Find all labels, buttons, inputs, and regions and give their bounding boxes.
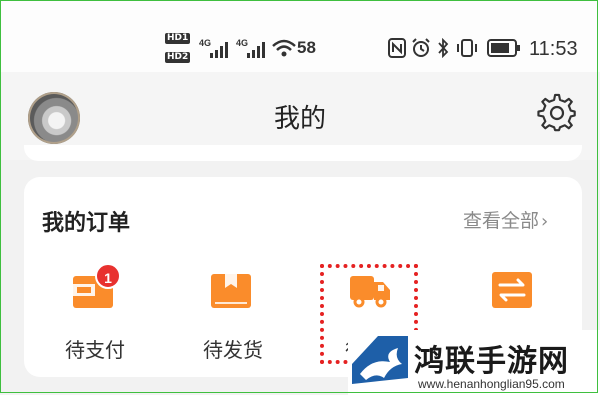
signal-1-icon xyxy=(210,42,228,58)
view-all-orders-link[interactable]: 查看全部 › xyxy=(463,206,548,233)
profile-card-bottom xyxy=(24,145,582,161)
settings-gear-icon[interactable] xyxy=(537,93,577,133)
order-pending-shipment-label: 待发货 xyxy=(203,338,263,362)
unread-badge: 1 xyxy=(95,263,121,289)
orders-title: 我的订单 xyxy=(42,211,131,236)
clock: 11:53 xyxy=(529,38,578,60)
sim2-hd-icon: HD2 xyxy=(165,52,191,63)
battery-icon xyxy=(487,39,520,57)
vibrate-icon xyxy=(457,39,477,57)
status-bar: HD1 HD2 4G 4G 58 11:53 xyxy=(0,0,600,72)
order-pending-shipment[interactable]: 待发货 xyxy=(178,262,288,362)
order-pending-payment-label: 待支付 xyxy=(65,338,125,362)
view-all-label: 查看全部 xyxy=(463,210,540,232)
wifi-speed: 58 xyxy=(297,38,316,57)
nfc-icon xyxy=(388,38,406,58)
sim1-hd-icon: HD1 xyxy=(165,33,191,44)
chevron-right-icon: › xyxy=(541,211,549,232)
package-icon xyxy=(211,274,251,308)
watermark-name: 鸿联手游网 xyxy=(414,344,569,379)
watermark-url: www.henanhonglian95.com xyxy=(418,377,565,391)
wifi-icon xyxy=(272,39,296,57)
signal-2-icon xyxy=(247,42,265,58)
alarm-icon xyxy=(412,38,430,57)
watermark-logo xyxy=(350,334,410,392)
exchange-arrows-icon xyxy=(492,272,532,308)
page-title: 我的 xyxy=(273,104,326,134)
bluetooth-icon xyxy=(438,38,449,58)
